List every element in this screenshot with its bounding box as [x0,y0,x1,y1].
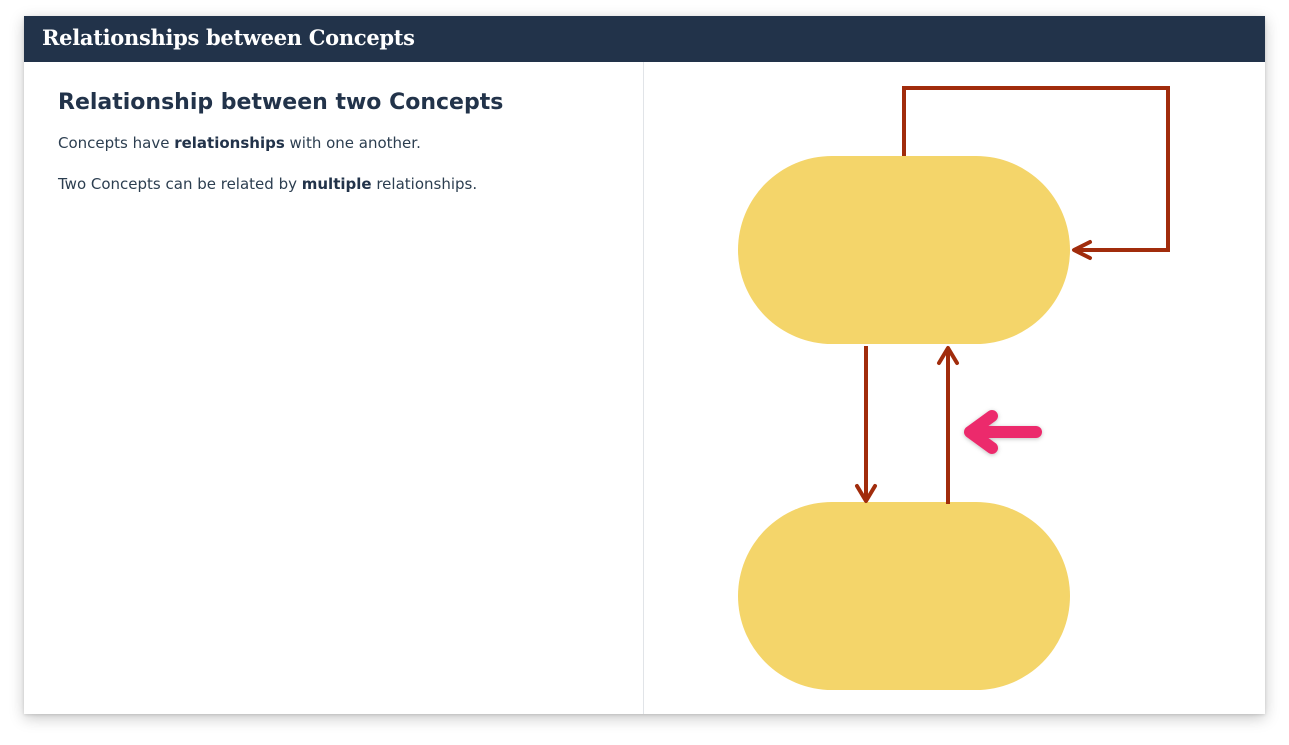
paragraph-multiple: Two Concepts can be related by multiple … [58,175,477,193]
text-panel: Relationship between two Concepts Concep… [24,62,643,714]
page-title: Relationships between Concepts [42,25,415,50]
downward-relationship[interactable] [855,346,877,503]
section-heading: Relationship between two Concepts [58,90,504,115]
paragraph-text: Concepts have [58,134,175,152]
emphasis-text: multiple [301,175,372,193]
paragraph-relationships: Concepts have relationships with one ano… [58,134,421,152]
relationship-diagram [738,86,1170,690]
slide-card: Relationships between Concepts Relations… [24,16,1265,714]
diagram-panel [644,62,1265,714]
concept-node-top[interactable] [738,156,1070,344]
pointer-arrow-icon [964,410,1042,454]
paragraph-text: with one another. [284,134,421,152]
paragraph-text: Two Concepts can be related by [58,175,302,193]
upward-relationship[interactable] [937,346,959,504]
header-bar: Relationships between Concepts [24,16,1265,62]
emphasis-text: relationships [174,134,285,152]
paragraph-text: relationships. [371,175,478,193]
concept-node-bottom[interactable] [738,502,1070,690]
